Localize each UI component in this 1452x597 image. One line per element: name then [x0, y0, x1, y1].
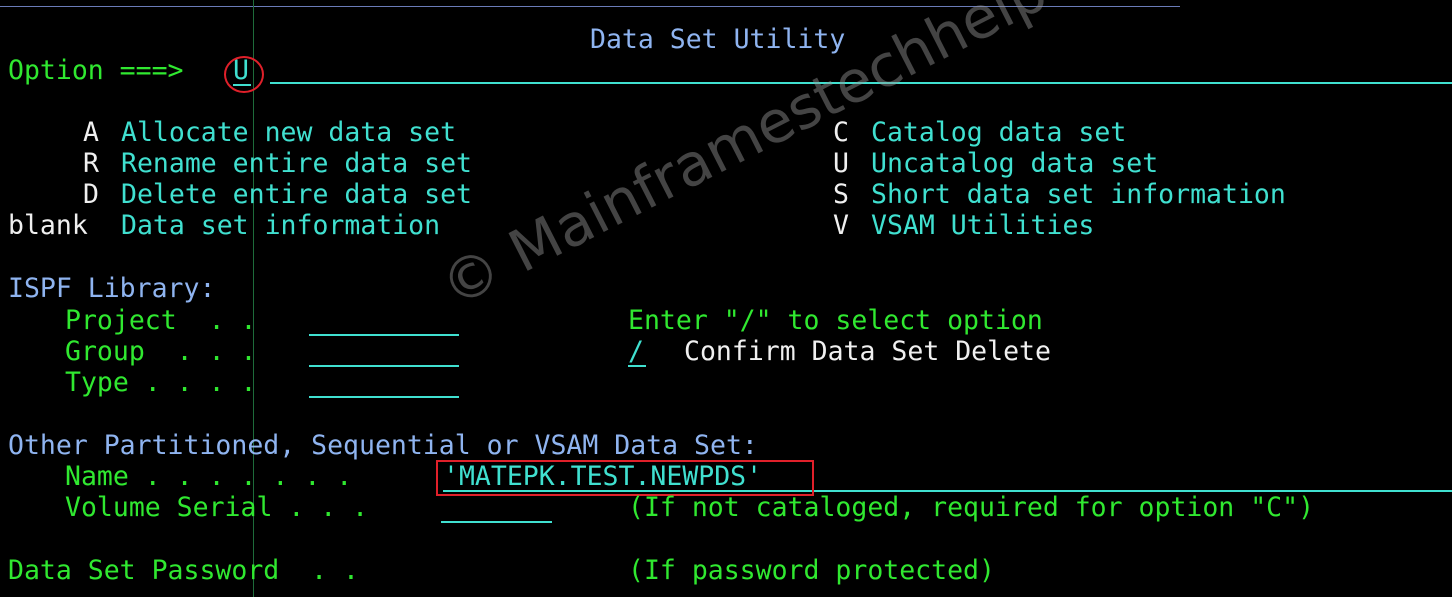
volume-serial-hint: (If not cataloged, required for option "…	[628, 492, 1315, 523]
menu-item-short-info[interactable]: Short data set information	[871, 180, 1286, 210]
menu-key-s: S	[833, 179, 849, 210]
type-input-underline	[309, 396, 459, 398]
volume-serial-input[interactable]	[441, 493, 552, 523]
ispf-library-heading: ISPF Library:	[8, 273, 216, 304]
menu-key-u: U	[833, 148, 849, 179]
menu-item-uncatalog[interactable]: Uncatalog data set	[871, 149, 1158, 179]
menu-item-delete[interactable]: Delete entire data set	[121, 180, 472, 210]
menu-key-a: A	[83, 117, 99, 148]
menu-key-blank: blank	[8, 210, 88, 241]
group-input[interactable]	[309, 337, 459, 367]
project-label: Project . .	[65, 305, 257, 336]
menu-key-v: V	[833, 210, 849, 241]
menu-key-r: R	[83, 148, 99, 179]
confirm-delete-checkbox[interactable]: /	[628, 337, 644, 367]
menu-key-d: D	[83, 179, 99, 210]
option-label: Option ===>	[8, 55, 184, 86]
menu-item-rename[interactable]: Rename entire data set	[121, 149, 472, 179]
menu-item-vsam[interactable]: VSAM Utilities	[871, 211, 1094, 241]
menu-item-allocate[interactable]: Allocate new data set	[121, 118, 456, 148]
panel-title: Data Set Utility	[590, 24, 846, 55]
confirm-delete-underline	[628, 365, 646, 367]
top-border	[0, 6, 1180, 7]
group-label: Group . . .	[65, 336, 257, 367]
name-highlight-box	[436, 460, 814, 496]
option-input-field[interactable]	[270, 82, 1452, 84]
menu-key-c: C	[833, 117, 849, 148]
option-highlight-circle	[224, 56, 264, 93]
project-input-underline	[309, 334, 459, 336]
password-hint: (If password protected)	[628, 555, 995, 586]
select-option-prompt: Enter "/" to select option	[628, 305, 1043, 336]
volume-serial-underline	[441, 521, 552, 523]
confirm-delete-label: Confirm Data Set Delete	[684, 336, 1051, 367]
menu-item-info[interactable]: Data set information	[121, 211, 440, 241]
group-input-underline	[309, 365, 459, 367]
password-label: Data Set Password . .	[8, 555, 359, 586]
type-input[interactable]	[309, 368, 459, 398]
type-label: Type . . . .	[65, 367, 257, 398]
other-dataset-heading: Other Partitioned, Sequential or VSAM Da…	[8, 430, 758, 461]
project-input[interactable]	[309, 306, 459, 336]
menu-item-catalog[interactable]: Catalog data set	[871, 118, 1126, 148]
name-label: Name . . . . . . .	[65, 461, 353, 492]
volume-serial-label: Volume Serial . . .	[65, 492, 369, 523]
